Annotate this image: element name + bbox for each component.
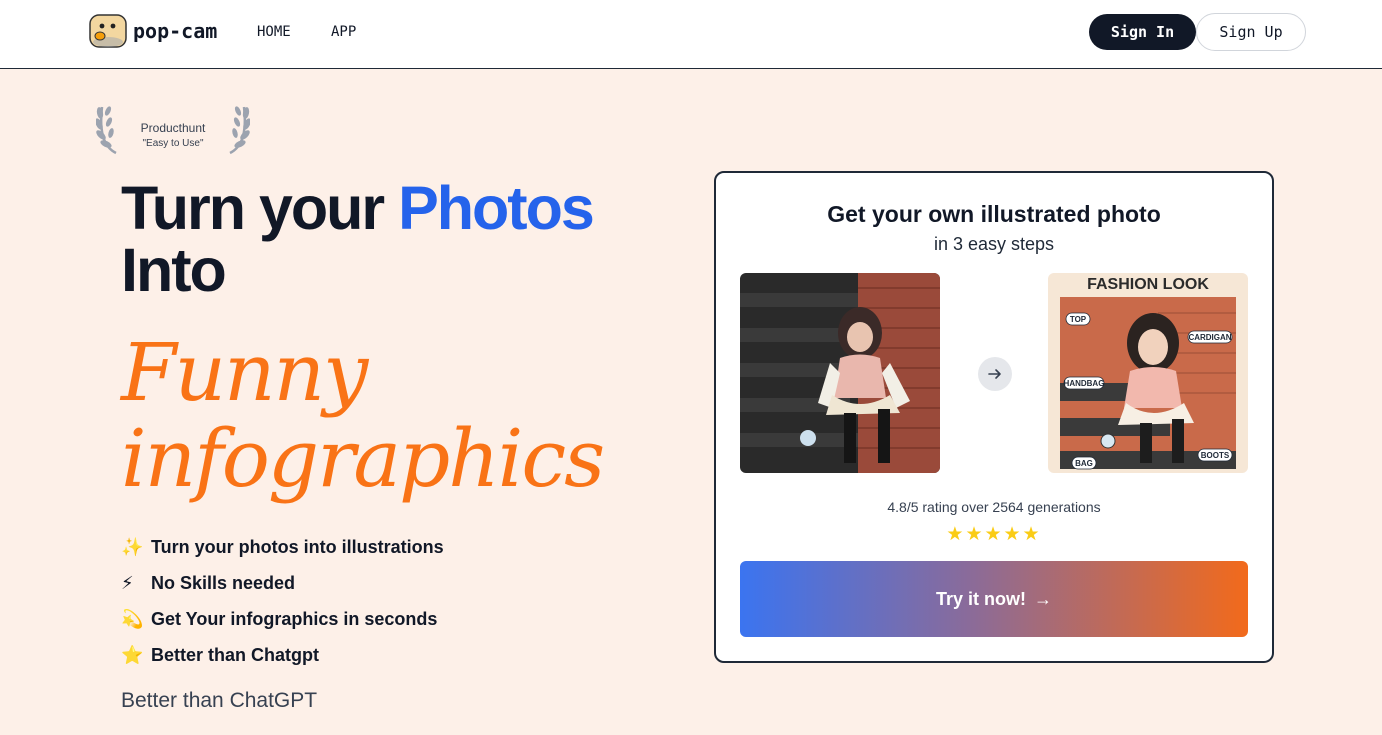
card-subtitle: in 3 easy steps	[933, 234, 1055, 254]
dizzy-star-icon: 💫	[121, 608, 144, 629]
illustration-label-top: TOP	[1070, 315, 1087, 324]
hero-heading-line2: Into	[121, 236, 227, 304]
sparkles-icon: ✨	[121, 536, 144, 557]
nav-app-link[interactable]: APP	[331, 24, 356, 40]
card-title: Get your own illustrated photo	[827, 201, 1161, 227]
illustration-heading: FASHION LOOK	[1087, 276, 1209, 293]
illustration-label-boots: BOOTS	[1201, 451, 1230, 460]
feature-text: Turn your photos into illustrations	[151, 536, 444, 557]
laurel-right-icon	[229, 106, 250, 155]
nav-home-link[interactable]: HOME	[257, 24, 291, 40]
star-icon: ⭐	[121, 644, 144, 665]
arrow-right-icon	[978, 357, 1012, 391]
feature-item: ⭐ Better than Chatgpt	[121, 637, 444, 673]
hero-script-text: Funny infographics	[121, 326, 605, 505]
feature-list: ✨ Turn your photos into illustrations ⚡ No…	[121, 529, 444, 673]
pop-cam-logo-icon	[89, 14, 127, 48]
feature-item: 💫 Get Your infographics in seconds	[121, 601, 444, 637]
feature-text: Get Your infographics in seconds	[151, 608, 438, 629]
hero-tagline: Better than ChatGPT	[121, 689, 318, 712]
sign-up-button[interactable]: Sign Up	[1196, 13, 1306, 51]
illustration-label-bag: BAG	[1075, 459, 1093, 468]
lightning-icon: ⚡	[121, 572, 134, 593]
original-photo	[740, 273, 940, 473]
hero-script-line1: Funny	[121, 326, 368, 419]
sign-in-button[interactable]: Sign In	[1089, 14, 1196, 50]
brand-name: pop-cam	[133, 19, 218, 43]
arrow-right-icon: →	[1034, 588, 1052, 609]
demo-card: Get your own illustrated photo in 3 easy…	[714, 171, 1274, 663]
top-nav-bar: pop-cam HOME APP Sign In Sign Up	[0, 0, 1382, 69]
producthunt-award-badge: Producthunt "Easy to Use"	[96, 103, 250, 155]
rating-text: 4.8/5 rating over 2564 generations	[887, 499, 1101, 515]
hero-heading-accent: Photos	[398, 174, 595, 242]
feature-item: ✨ Turn your photos into illustrations	[121, 529, 444, 565]
rating-stars: ★★★★★	[946, 524, 1042, 545]
try-it-now-button[interactable]: Try it now! →	[740, 561, 1248, 637]
hero-heading-prefix: Turn your	[121, 174, 399, 242]
feature-text: Better than Chatgpt	[151, 644, 319, 665]
illustrated-photo: FASHION LOOK TOP CARDIGAN HANDBAG BAG BO…	[1048, 273, 1248, 473]
hero-heading: Turn your Photos	[121, 178, 595, 239]
hero-script-line2: infographics	[121, 412, 605, 505]
cta-label: Try it now!	[936, 588, 1026, 609]
feature-text: No Skills needed	[151, 572, 296, 593]
feature-item: ⚡ No Skills needed	[121, 565, 444, 601]
brand-logo-link[interactable]: pop-cam	[89, 14, 217, 48]
illustration-label-handbag: HANDBAG	[1064, 379, 1105, 388]
illustration-label-cardigan: CARDIGAN	[1188, 333, 1231, 342]
